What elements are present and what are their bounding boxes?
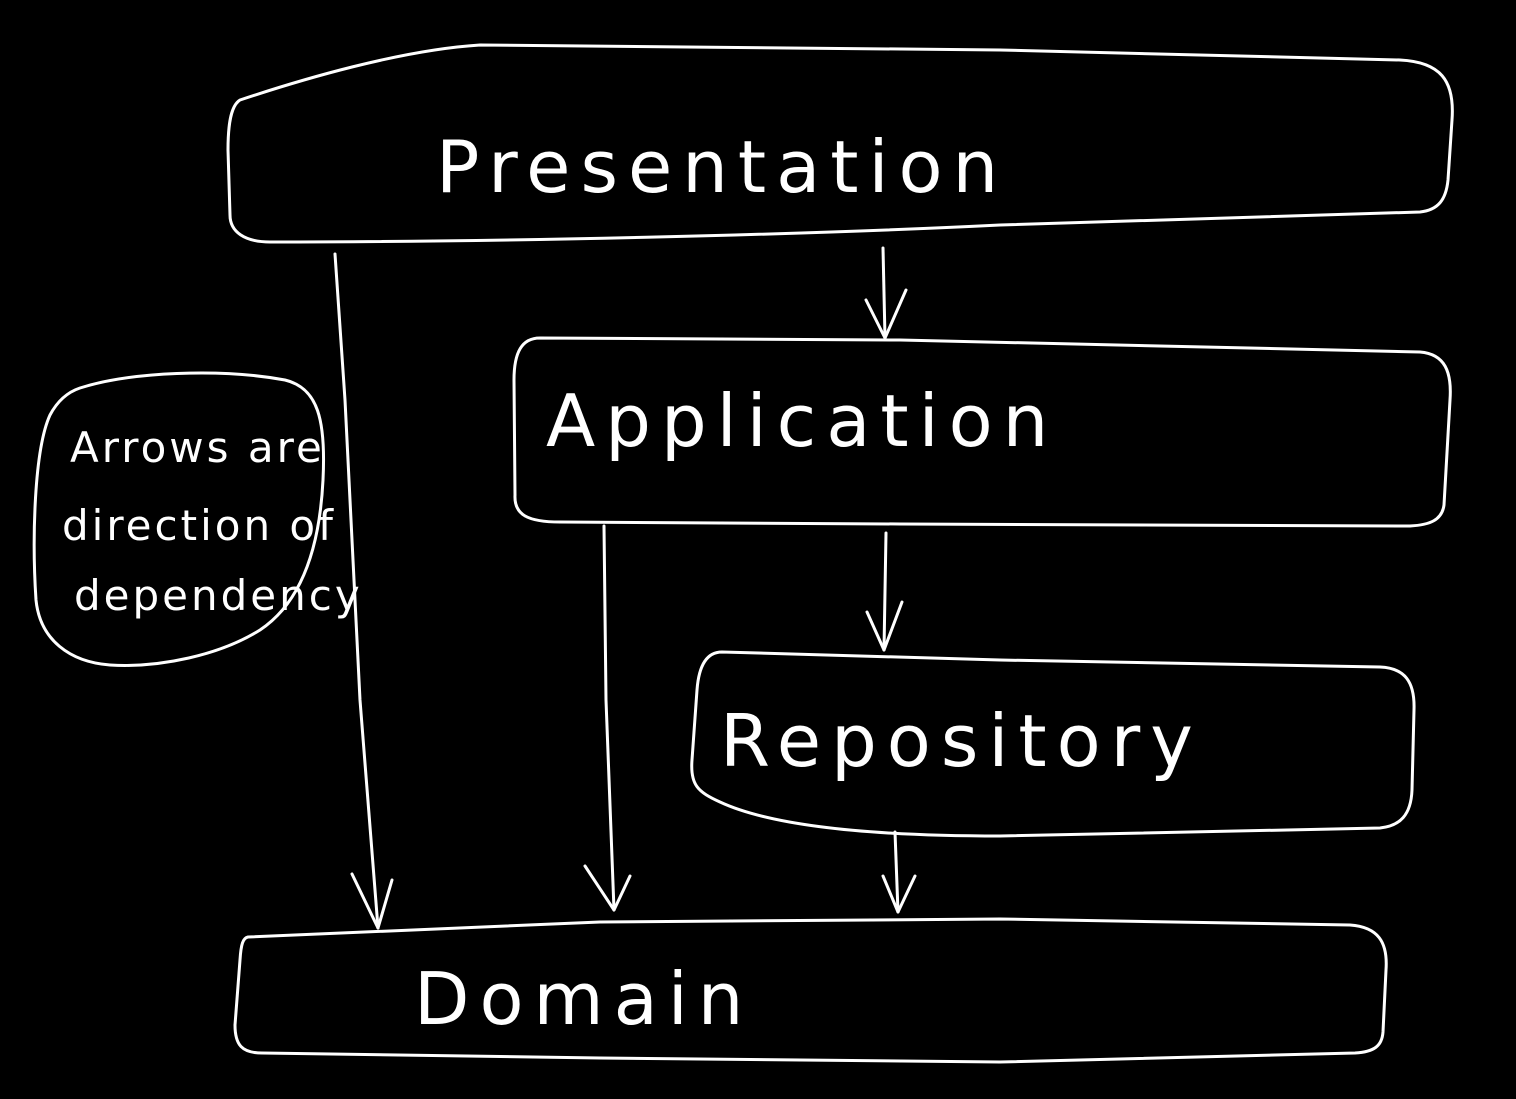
arrow-presentation-to-application (864, 246, 908, 340)
presentation-label: Presentation (436, 125, 1008, 209)
arrow-application-to-repository (865, 531, 904, 652)
legend-note-line2: direction of (62, 501, 336, 550)
repository-layer: Repository (690, 650, 1416, 838)
architecture-diagram: Presentation Application Repository Doma… (32, 43, 1454, 1064)
domain-box (233, 917, 1388, 1064)
arrow-head (350, 872, 394, 930)
arrow-shaft (602, 524, 616, 912)
legend-note-line1: Arrows are (70, 423, 325, 472)
presentation-layer: Presentation (226, 43, 1454, 244)
domain-layer: Domain (233, 917, 1388, 1064)
application-label: Application (546, 379, 1058, 463)
repository-label: Repository (720, 699, 1203, 783)
arrow-shaft (881, 246, 887, 340)
dependency-arrows (333, 246, 917, 930)
arrow-head (583, 864, 632, 912)
arrow-head (881, 874, 917, 914)
legend-note: Arrows are direction of dependency (32, 371, 363, 667)
legend-note-line3: dependency (74, 571, 363, 620)
arrow-repository-to-domain (881, 830, 917, 914)
arrow-shaft (882, 531, 888, 652)
arrow-application-to-domain (583, 524, 632, 912)
domain-label: Domain (414, 957, 753, 1041)
arrow-shaft (893, 830, 900, 914)
application-layer: Application (512, 336, 1452, 528)
